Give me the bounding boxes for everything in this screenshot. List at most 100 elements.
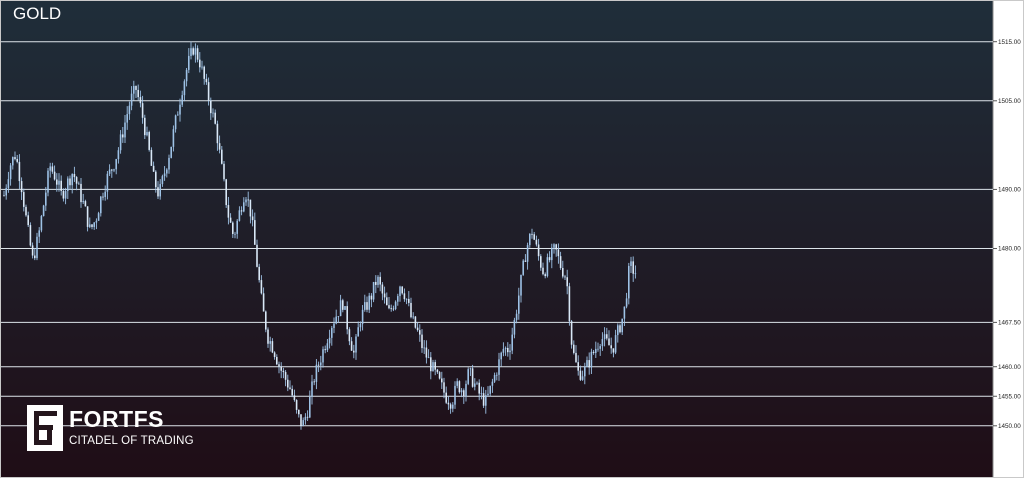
candle-body: [388, 305, 390, 309]
candle-body: [621, 318, 623, 333]
candle-body: [482, 393, 485, 406]
candle-body: [562, 267, 564, 277]
candle-body: [201, 66, 203, 68]
candle-body: [7, 179, 10, 188]
candle-body: [161, 176, 164, 185]
candle-body: [80, 183, 82, 203]
candle-body: [56, 179, 58, 185]
candle-body: [414, 316, 417, 328]
candle-body: [408, 298, 410, 303]
candle-body: [280, 366, 282, 371]
candle-body: [449, 404, 452, 409]
candle-body: [555, 244, 557, 250]
candle-body: [535, 239, 538, 245]
chart-frame: 1515.00 1505.00 1490.00 1480.00 1467.50 1460.…: [0, 0, 1024, 478]
candle-body: [557, 249, 560, 257]
candle-body: [111, 169, 113, 171]
candle-body: [377, 276, 379, 285]
candle-body: [546, 257, 549, 277]
candle-body: [359, 324, 362, 328]
candle-body: [339, 300, 342, 317]
candle-body: [221, 149, 223, 164]
candle-body: [447, 402, 450, 405]
candle-body: [361, 309, 364, 325]
candle-body: [438, 372, 441, 379]
candle-body: [575, 352, 577, 363]
candle-body: [170, 146, 172, 158]
candle-body: [119, 134, 122, 151]
candle-body: [69, 178, 71, 186]
candle-body: [289, 387, 291, 389]
candle-body: [245, 199, 247, 203]
candle-body: [9, 165, 12, 180]
candle-body: [478, 382, 480, 394]
candle-body: [271, 341, 274, 353]
candle-body: [469, 368, 472, 370]
candle-body: [537, 244, 540, 257]
candle-body: [210, 100, 212, 114]
candle-body: [93, 222, 95, 227]
candle-body: [498, 359, 500, 375]
candle-body: [518, 295, 520, 314]
candle-body: [403, 293, 406, 300]
candle-body: [610, 345, 612, 349]
candle-body: [3, 195, 5, 197]
candle-body: [185, 69, 188, 82]
candle-body: [375, 281, 377, 285]
candle-body: [207, 82, 210, 101]
candle-body: [229, 217, 232, 223]
candle-body: [16, 159, 18, 162]
price-axis-label: 1450.00: [998, 423, 1021, 430]
candle-body: [273, 352, 276, 357]
candle-body: [507, 347, 509, 353]
candle-body: [458, 381, 461, 393]
candle-body: [595, 348, 597, 353]
candle-body: [511, 334, 513, 351]
candle-body: [183, 81, 186, 96]
candle-body: [509, 350, 511, 353]
candle-body: [573, 344, 575, 353]
candle-body: [317, 364, 320, 366]
candle-body: [269, 341, 271, 344]
candle-body: [27, 215, 29, 226]
candle-body: [460, 390, 463, 393]
candle-body: [522, 260, 524, 275]
candle-body: [383, 293, 386, 298]
candle-body: [205, 78, 208, 83]
candle-body: [225, 179, 227, 206]
candle-body: [529, 233, 531, 246]
candle-body: [62, 190, 65, 199]
candle-body: [581, 376, 584, 380]
price-axis-label: 1490.00: [998, 187, 1021, 194]
candle-body: [49, 166, 51, 171]
candle-body: [608, 338, 610, 346]
candle-body: [36, 236, 38, 259]
candle-body: [291, 388, 293, 396]
candle-body: [320, 362, 322, 366]
candle-body: [42, 205, 45, 217]
candle-body: [364, 302, 366, 310]
candle-body: [216, 123, 219, 144]
candle-body: [601, 338, 604, 347]
candle-body: [559, 256, 562, 268]
candle-body: [23, 192, 25, 207]
candle-body: [331, 327, 333, 338]
candle-body: [405, 298, 408, 300]
candle-body: [335, 316, 337, 324]
candle-body: [542, 267, 544, 275]
candle-body: [348, 329, 351, 342]
candle-body: [322, 349, 324, 363]
candle-body: [425, 347, 428, 358]
candle-body: [513, 319, 516, 335]
candle-body: [150, 149, 153, 166]
candle-body: [166, 169, 168, 174]
candle-body: [465, 383, 467, 397]
candle-body: [254, 220, 256, 245]
candle-body: [309, 396, 311, 418]
candle-body: [20, 181, 23, 193]
candle-body: [410, 302, 412, 318]
candle-body: [174, 115, 177, 130]
candle-body: [152, 165, 155, 172]
candle-body: [124, 122, 126, 138]
candle-body: [304, 416, 307, 421]
